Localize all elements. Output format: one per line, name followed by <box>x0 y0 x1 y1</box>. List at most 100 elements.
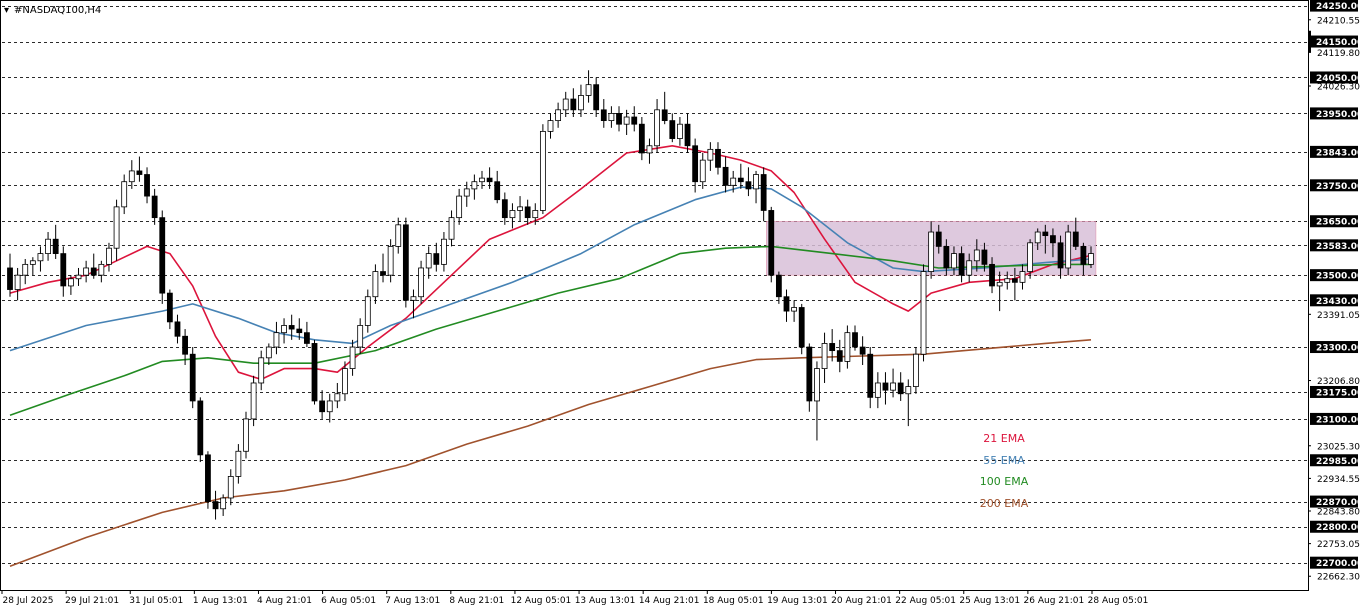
candle[interactable] <box>197 397 204 463</box>
candle-body <box>121 181 128 208</box>
candle[interactable] <box>189 347 196 409</box>
candle-body <box>45 238 51 254</box>
level-label: 23430.00 <box>1316 297 1362 307</box>
legend-entry: 200 EMA <box>980 497 1029 510</box>
candle-body <box>684 123 691 147</box>
candle-body <box>220 497 227 510</box>
candle-body <box>494 181 501 201</box>
level-label: 23100.00 <box>1316 415 1362 425</box>
level-label: 22985.00 <box>1316 457 1362 467</box>
candle-body <box>1042 231 1049 237</box>
candle[interactable] <box>205 451 211 509</box>
candle-body <box>509 210 516 219</box>
candle-body <box>973 249 980 262</box>
candle-body <box>867 353 874 398</box>
candle-body <box>669 120 676 139</box>
candle-body <box>951 253 957 269</box>
candle-body <box>395 224 402 247</box>
y-tick-label: 22753.05 <box>1317 540 1360 550</box>
candle-body <box>189 353 196 402</box>
x-tick-label: 26 Aug 21:01 <box>1024 596 1085 606</box>
candle-body <box>37 253 44 262</box>
candle[interactable] <box>243 411 249 459</box>
candle-body <box>874 382 881 398</box>
price-marker <box>1309 30 1311 53</box>
candle-body <box>243 418 249 452</box>
candle-body <box>128 170 135 183</box>
level-label: 23650.00 <box>1316 218 1362 228</box>
y-tick-label: 24119.80 <box>1317 49 1360 59</box>
x-tick-label: 31 Jul 05:01 <box>129 596 183 606</box>
candle-body <box>1088 253 1094 265</box>
candle-body <box>60 253 67 287</box>
candle-body <box>1050 235 1056 244</box>
y-tick-label: 22843.80 <box>1317 508 1360 518</box>
candle-body <box>966 260 973 276</box>
candle-body <box>281 325 287 334</box>
candle-body <box>783 296 790 312</box>
candle-body <box>463 188 470 197</box>
candle[interactable] <box>250 375 257 427</box>
candle-body <box>578 95 584 111</box>
candle[interactable] <box>913 347 919 394</box>
candle-body <box>68 278 74 287</box>
price-chart[interactable]: 24210.55 24119.80 24026.30 23391.05 23206.80… <box>0 0 1362 611</box>
candle-body <box>1080 246 1087 265</box>
candle[interactable] <box>920 264 927 362</box>
candle-body <box>836 350 843 362</box>
candle-body <box>288 325 295 330</box>
candle-body <box>882 382 889 391</box>
candle-body <box>539 130 546 211</box>
x-tick-label: 7 Aug 13:01 <box>385 596 440 606</box>
candle-body <box>235 450 242 477</box>
candle-body <box>479 177 485 183</box>
candle[interactable] <box>798 303 805 355</box>
level-label: 23300.00 <box>1316 344 1362 354</box>
candle-body <box>547 120 554 132</box>
legend-entry: 100 EMA <box>980 475 1029 488</box>
candle-body <box>1034 231 1041 244</box>
candle-body <box>7 267 13 290</box>
candle-body <box>517 206 523 211</box>
candle-body <box>303 332 310 344</box>
candle-body <box>1072 231 1079 247</box>
level-label: 23583.00 <box>1316 242 1362 252</box>
candle[interactable] <box>768 206 775 283</box>
candle-body <box>844 332 851 362</box>
candle-body <box>996 281 1003 287</box>
candle-body <box>570 98 577 111</box>
chart-window: 24210.55 24119.80 24026.30 23391.05 23206.80… <box>0 0 1362 611</box>
candle-body <box>935 231 942 247</box>
level-label: 22800.00 <box>1316 523 1362 533</box>
chart-background <box>0 0 1362 611</box>
candle-body <box>829 343 836 352</box>
candle-body <box>859 346 866 355</box>
candle-body <box>791 307 798 312</box>
candle-body <box>646 145 653 154</box>
candle-body <box>928 231 935 272</box>
candle-body <box>151 195 158 219</box>
legend-entry: 21 EMA <box>983 432 1025 445</box>
candle-body <box>311 343 318 402</box>
candle-body <box>623 116 630 125</box>
x-tick-label: 25 Aug 13:01 <box>959 596 1020 606</box>
candle-body <box>722 166 729 186</box>
candle-body <box>593 84 600 111</box>
candle-body <box>83 267 90 276</box>
candle[interactable] <box>402 217 409 308</box>
candle-body <box>1027 242 1033 272</box>
candle[interactable] <box>539 124 546 215</box>
candle-body <box>456 195 463 219</box>
candle[interactable] <box>159 210 166 304</box>
candle-body <box>920 271 927 355</box>
x-tick-label: 22 Aug 05:01 <box>895 596 956 606</box>
candle-body <box>106 247 112 265</box>
candle-body <box>532 210 539 219</box>
candle-body <box>90 267 97 276</box>
candle-body <box>768 210 775 276</box>
candle[interactable] <box>1065 224 1072 276</box>
candle-body <box>113 206 120 249</box>
candle[interactable] <box>311 339 318 405</box>
y-tick-label: 24026.30 <box>1317 82 1360 92</box>
candle-body <box>425 253 432 269</box>
